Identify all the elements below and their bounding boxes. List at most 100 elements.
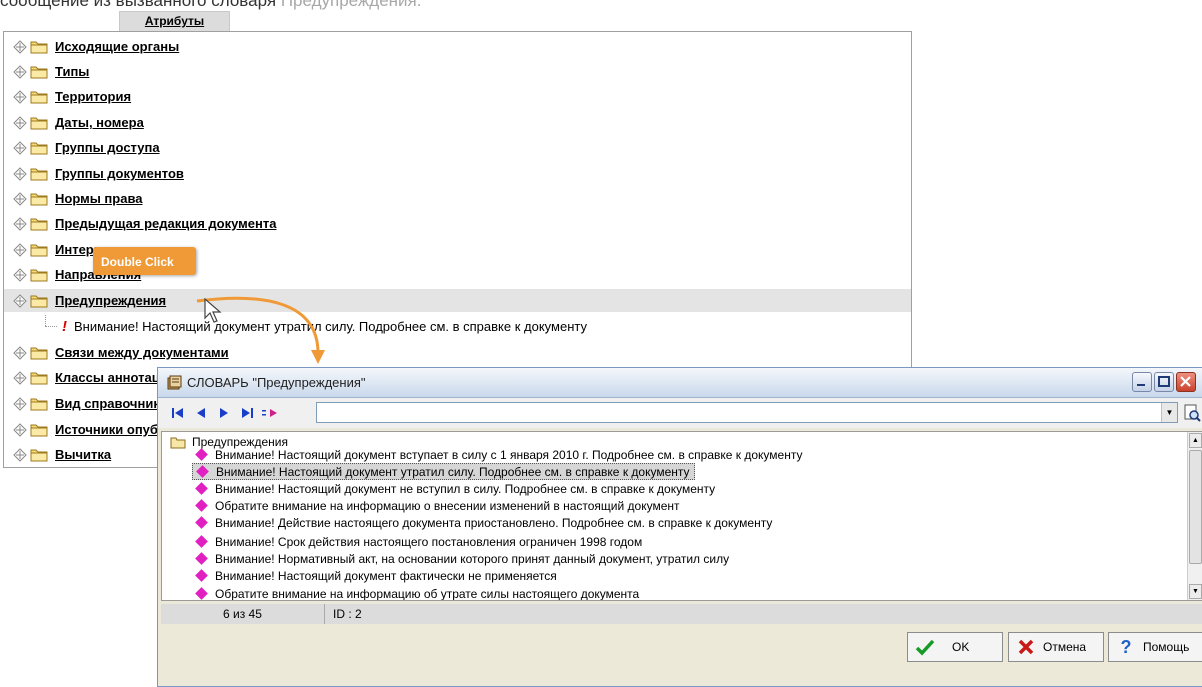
expand-toggle-icon[interactable] (13, 191, 27, 206)
list-item[interactable]: Внимание! Действие настоящего документа … (192, 514, 772, 531)
tree-item-label[interactable]: Вычитка (55, 447, 111, 462)
search-combobox[interactable]: ▼ (316, 402, 1178, 423)
list-item[interactable]: Внимание! Нормативный акт, на основании … (192, 550, 729, 567)
last-icon (242, 408, 253, 418)
expand-toggle-icon[interactable] (13, 115, 27, 130)
diamond-bullet-icon (195, 569, 208, 582)
tree-item-label[interactable]: Группы документов (55, 166, 184, 181)
expand-toggle-icon[interactable] (13, 396, 27, 411)
last-record-button[interactable] (237, 403, 257, 423)
list-item[interactable]: Внимание! Настоящий документ вступает в … (192, 446, 802, 463)
tree-connector (45, 326, 57, 327)
list-item-label: Обратите внимание на информацию о внесен… (215, 498, 680, 513)
double-click-callout: Double Click (93, 247, 196, 275)
tree-item-label[interactable]: Типы (55, 64, 89, 79)
tree-item[interactable]: Предупреждения (4, 289, 911, 312)
goto-record-button[interactable] (260, 403, 280, 423)
expand-toggle-icon[interactable] (13, 370, 27, 385)
folder-icon (30, 41, 48, 53)
help-icon: ? (1120, 636, 1132, 657)
dictionary-list[interactable]: Предупреждения ▲ ▼ Внимание! Настоящий д… (161, 431, 1202, 601)
tree-item-label[interactable]: Связи между документами (55, 345, 229, 360)
expand-toggle-icon[interactable] (13, 242, 27, 257)
caption-highlight: Предупреждения. (280, 0, 422, 10)
expand-toggle-icon[interactable] (13, 64, 27, 79)
ok-button[interactable]: OK (907, 632, 1003, 662)
list-item[interactable]: Внимание! Настоящий документ не вступил … (192, 480, 715, 497)
expand-toggle-icon[interactable] (13, 166, 27, 181)
dialog-title: СЛОВАРЬ "Предупреждения" (187, 375, 366, 390)
tree-item-label[interactable]: Вид справочника (55, 396, 167, 411)
tree-item-label[interactable]: Нормы права (55, 191, 143, 206)
tree-item[interactable]: Даты, номера (4, 111, 911, 134)
tree-item[interactable]: Исходящие органы (4, 35, 911, 58)
mouse-cursor-icon (204, 298, 222, 323)
help-button[interactable]: ? Помощь (1108, 632, 1202, 662)
diamond-bullet-icon (195, 499, 208, 512)
list-item-label: Внимание! Нормативный акт, на основании … (215, 551, 730, 566)
caption-text: сообщение из вызванного словаря Предупре… (0, 0, 421, 11)
tree-item[interactable]: Группы доступа (4, 136, 911, 159)
tree-item-label[interactable]: Предупреждения (55, 293, 166, 308)
expand-toggle-icon[interactable] (13, 216, 27, 231)
tree-connector (45, 315, 46, 326)
tree-item-label[interactable]: Даты, номера (55, 115, 144, 130)
prev-record-button[interactable] (191, 403, 211, 423)
folder-icon (30, 142, 48, 154)
list-item[interactable]: Внимание! Настоящий документ утратил сил… (192, 463, 695, 480)
expand-toggle-icon[interactable] (13, 89, 27, 104)
tree-item[interactable]: Предыдущая редакция документа (4, 212, 911, 235)
expand-toggle-icon[interactable] (13, 39, 27, 54)
diamond-bullet-icon (195, 516, 208, 529)
warning-exclamation-icon: ! (62, 318, 67, 335)
maximize-button[interactable] (1154, 372, 1174, 392)
folder-icon (30, 295, 48, 307)
list-item[interactable]: Обратите внимание на информацию об утрат… (192, 585, 639, 600)
expand-toggle-icon[interactable] (13, 422, 27, 437)
vertical-scrollbar[interactable]: ▲ ▼ (1187, 432, 1202, 600)
find-icon (1184, 404, 1201, 422)
list-item[interactable]: Обратите внимание на информацию о внесен… (192, 497, 680, 514)
expand-toggle-icon[interactable] (13, 140, 27, 155)
chevron-down-icon[interactable]: ▼ (1161, 403, 1177, 422)
tree-item[interactable]: Группы документов (4, 162, 911, 185)
tree-item[interactable]: Связи между документами (4, 341, 911, 364)
list-item-label: Внимание! Настоящий документ не вступил … (215, 481, 716, 496)
record-id: ID : 2 (333, 607, 362, 621)
find-button[interactable] (1182, 403, 1202, 423)
list-item[interactable]: Внимание! Срок действия настоящего поста… (192, 533, 642, 550)
folder-icon (30, 244, 48, 256)
list-item-label: Внимание! Настоящий документ фактически … (215, 568, 557, 583)
close-button[interactable] (1176, 372, 1196, 392)
folder-icon (30, 168, 48, 180)
next-record-button[interactable] (214, 403, 234, 423)
first-record-button[interactable] (168, 403, 188, 423)
status-bar: 6 из 45 ID : 2 (161, 604, 1202, 624)
cancel-button[interactable]: Отмена (1008, 632, 1104, 662)
list-item[interactable]: Внимание! Настоящий документ фактически … (192, 567, 557, 584)
tree-item-label[interactable]: Предыдущая редакция документа (55, 216, 276, 231)
list-item-label: Внимание! Срок действия настоящего поста… (215, 534, 643, 549)
expand-toggle-icon[interactable] (13, 447, 27, 462)
tree-item-label[interactable]: Исходящие органы (55, 39, 179, 54)
minimize-button[interactable] (1132, 372, 1152, 392)
expand-toggle-icon[interactable] (13, 293, 27, 308)
close-icon (1180, 376, 1191, 387)
tree-child-item[interactable]: ! Внимание! Настоящий документ утратил си… (4, 315, 911, 338)
expand-toggle-icon[interactable] (13, 267, 27, 282)
scroll-down-icon[interactable]: ▼ (1189, 584, 1202, 599)
tree-item[interactable]: Нормы права (4, 187, 911, 210)
folder-icon (30, 347, 48, 359)
tab-attributes[interactable]: Атрибуты (119, 11, 230, 31)
expand-toggle-icon[interactable] (13, 345, 27, 360)
dialog-titlebar[interactable]: СЛОВАРЬ "Предупреждения" (158, 368, 1202, 398)
next-icon (220, 408, 228, 418)
scroll-up-icon[interactable]: ▲ (1189, 433, 1202, 448)
tree-item-label[interactable]: Территория (55, 89, 131, 104)
tree-item[interactable]: Территория (4, 85, 911, 108)
checkmark-icon (914, 636, 936, 658)
tree-item[interactable]: Типы (4, 60, 911, 83)
folder-icon (30, 218, 48, 230)
scroll-thumb[interactable] (1189, 450, 1202, 564)
tree-item-label[interactable]: Группы доступа (55, 140, 160, 155)
